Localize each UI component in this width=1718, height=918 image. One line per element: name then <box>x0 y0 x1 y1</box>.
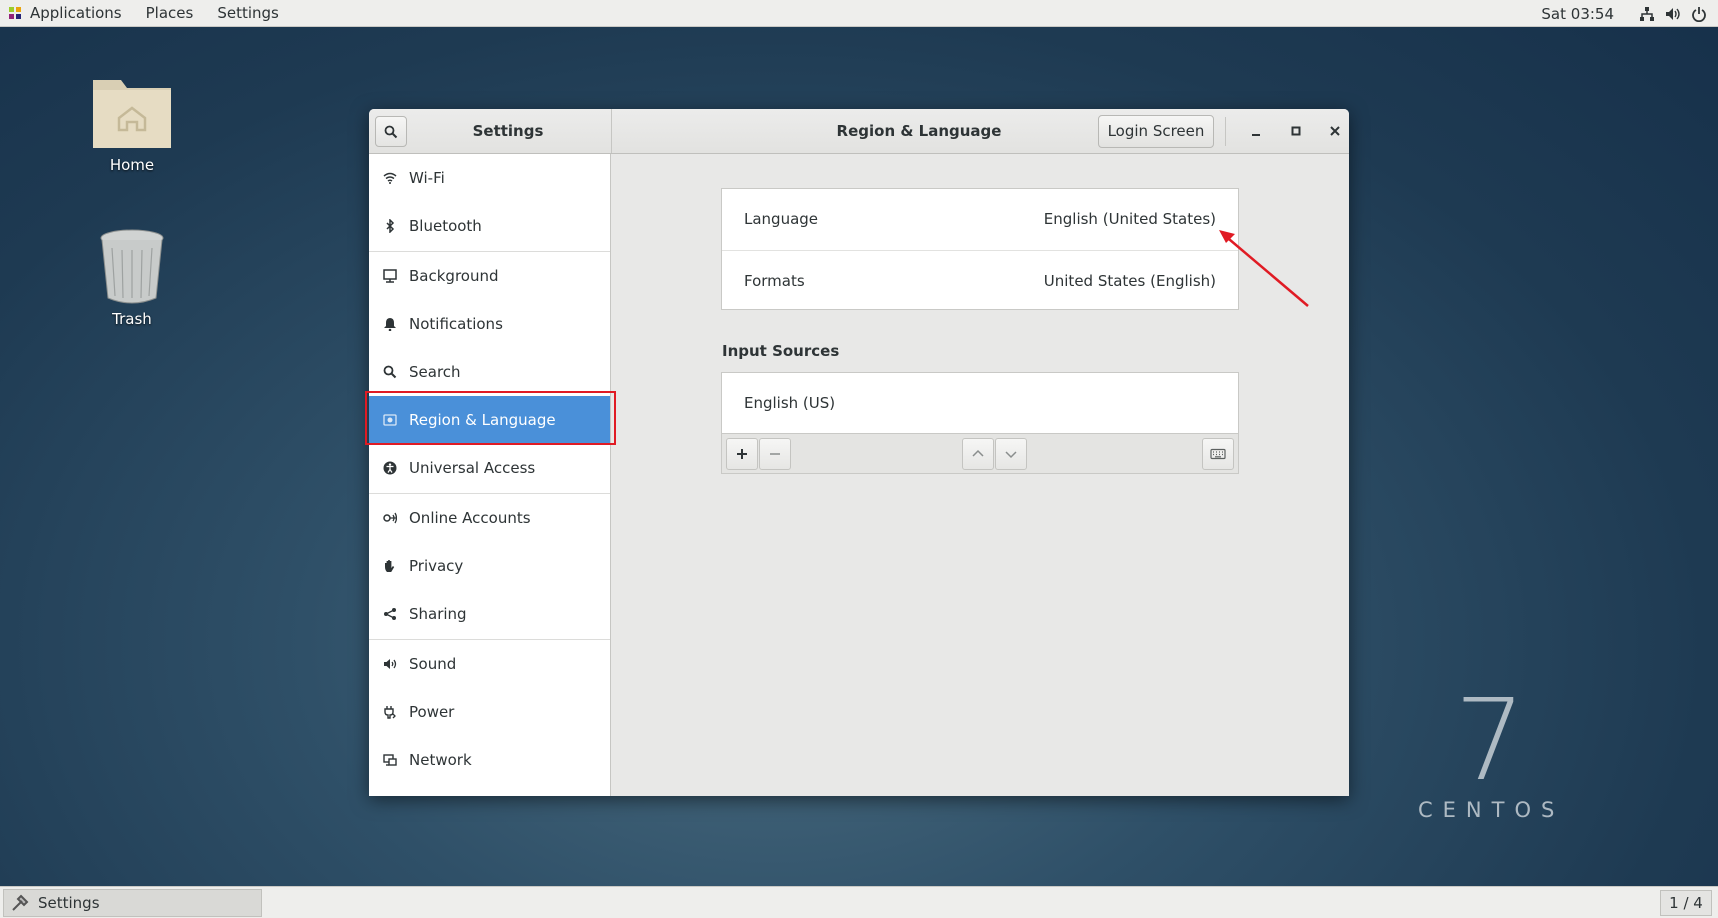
volume-icon[interactable] <box>1664 5 1682 23</box>
chevron-up-icon <box>972 449 984 457</box>
sidebar-item-label: Notifications <box>409 315 503 333</box>
sidebar-item-bluetooth[interactable]: Bluetooth <box>369 202 610 250</box>
sidebar-item-search[interactable]: Search <box>369 348 610 396</box>
folder-home-icon <box>93 80 171 148</box>
sidebar-item-label: Online Accounts <box>409 509 531 527</box>
online-accounts-icon <box>381 509 399 527</box>
header-bar: Settings Region & Language Login Screen <box>369 109 1349 154</box>
settings-menu[interactable]: Settings <box>205 0 291 26</box>
maximize-icon <box>1291 126 1301 136</box>
network-icon <box>381 751 399 769</box>
page-title: Region & Language <box>836 122 1002 140</box>
sidebar-item-label: Power <box>409 703 455 721</box>
power-plug-icon <box>381 703 399 721</box>
network-icon[interactable] <box>1638 5 1656 23</box>
sidebar-item-wifi[interactable]: Wi-Fi <box>369 154 610 202</box>
input-source-row[interactable]: English (US) <box>722 373 1238 433</box>
sidebar-item-universal-access[interactable]: Universal Access <box>369 444 610 492</box>
move-down-button[interactable] <box>995 438 1027 470</box>
speaker-icon <box>381 655 399 673</box>
hand-icon <box>381 557 399 575</box>
workspace-indicator[interactable]: 1 / 4 <box>1660 890 1712 916</box>
sidebar-header: Settings <box>369 109 612 153</box>
background-icon <box>381 267 399 285</box>
clock[interactable]: Sat 03:54 <box>1541 5 1614 23</box>
trash-icon <box>100 229 164 304</box>
annotation-arrow <box>1219 230 1309 307</box>
sidebar-item-label: Background <box>409 267 499 285</box>
sidebar-item-sharing[interactable]: Sharing <box>369 590 610 638</box>
places-menu[interactable]: Places <box>134 0 206 26</box>
sidebar-item-label: Universal Access <box>409 459 536 477</box>
sidebar-item-label: Network <box>409 751 472 769</box>
sidebar-item-online-accounts[interactable]: Online Accounts <box>369 494 610 542</box>
remove-input-source-button[interactable] <box>759 438 791 470</box>
sidebar-item-network[interactable]: Network <box>369 736 610 784</box>
sidebar-item-notifications[interactable]: Notifications <box>369 300 610 348</box>
bottom-taskbar: Settings 1 / 4 <box>0 886 1718 918</box>
sidebar-item-label: Sharing <box>409 605 467 623</box>
taskbar-item-label: Settings <box>38 894 100 912</box>
sidebar-title: Settings <box>472 122 544 140</box>
minimize-button[interactable] <box>1244 119 1268 143</box>
share-icon <box>381 605 399 623</box>
language-formats-card: Language English (United States) Formats… <box>721 188 1239 310</box>
search-icon <box>381 363 399 381</box>
move-up-button[interactable] <box>962 438 994 470</box>
language-label: Language <box>744 210 819 228</box>
accessibility-icon <box>381 459 399 477</box>
formats-row[interactable]: Formats United States (English) <box>722 250 1238 310</box>
minimize-icon <box>1252 134 1260 136</box>
search-button[interactable] <box>375 116 407 147</box>
close-icon <box>1330 126 1340 136</box>
maximize-button[interactable] <box>1284 119 1308 143</box>
centos-logo-icon <box>9 7 21 19</box>
bell-icon <box>381 315 399 333</box>
desktop-trash[interactable]: Trash <box>72 228 192 328</box>
sidebar-item-label: Wi-Fi <box>409 169 445 187</box>
applications-menu[interactable]: Applications <box>22 0 134 26</box>
minus-icon <box>770 453 780 455</box>
sidebar-item-sound[interactable]: Sound <box>369 640 610 688</box>
login-screen-button[interactable]: Login Screen <box>1098 115 1214 148</box>
sidebar-item-background[interactable]: Background <box>369 252 610 300</box>
sidebar-item-power[interactable]: Power <box>369 688 610 736</box>
formats-value: United States (English) <box>1043 271 1216 290</box>
search-icon <box>384 125 398 138</box>
desktop-home-label: Home <box>109 156 155 174</box>
selection-highlight-box <box>365 391 616 445</box>
input-source-label: English (US) <box>744 394 836 412</box>
input-sources-toolbar <box>721 434 1239 474</box>
header-separator <box>1225 117 1226 146</box>
centos-wordmark: CENTOS <box>1418 798 1565 822</box>
desktop-home[interactable]: Home <box>72 72 192 174</box>
add-input-source-button[interactable] <box>726 438 758 470</box>
sidebar-item-label: Privacy <box>409 557 464 575</box>
top-bar: Applications Places Settings Sat 03:54 <box>0 0 1718 27</box>
power-icon[interactable] <box>1690 5 1708 23</box>
desktop-trash-label: Trash <box>112 310 152 328</box>
settings-app-icon <box>12 894 29 911</box>
wifi-icon <box>381 169 399 187</box>
close-button[interactable] <box>1323 119 1347 143</box>
formats-label: Formats <box>744 271 805 290</box>
settings-sidebar: Wi-Fi Bluetooth Background Notifications… <box>369 154 611 796</box>
keyboard-layout-button[interactable] <box>1202 438 1234 470</box>
sidebar-item-label: Bluetooth <box>409 217 482 235</box>
sidebar-item-privacy[interactable]: Privacy <box>369 542 610 590</box>
sidebar-item-label: Search <box>409 363 461 381</box>
settings-window: Settings Region & Language Login Screen … <box>369 109 1349 796</box>
keyboard-icon <box>1210 448 1226 460</box>
language-value: English (United States) <box>1043 210 1216 228</box>
input-sources-title: Input Sources <box>722 342 840 360</box>
sidebar-item-label: Sound <box>409 655 457 673</box>
bluetooth-icon <box>381 217 399 235</box>
centos-version-number: 7 <box>1454 676 1526 806</box>
chevron-down-icon <box>1005 451 1017 459</box>
language-row[interactable]: Language English (United States) <box>722 189 1238 249</box>
plus-icon <box>737 449 747 459</box>
taskbar-settings-window[interactable]: Settings <box>3 889 262 917</box>
input-sources-list: English (US) <box>721 372 1239 434</box>
